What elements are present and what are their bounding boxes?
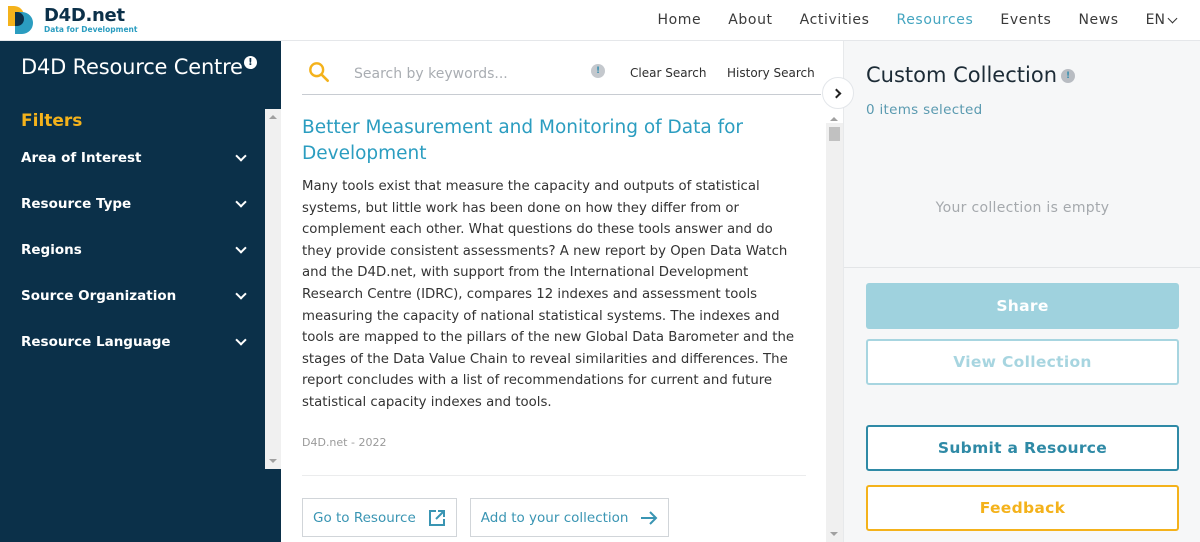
d4d-logo[interactable]: D4D.net Data for Development [8,3,137,37]
chevron-down-icon [235,334,247,346]
resource-source-year: D4D.net - 2022 [302,435,387,449]
sidebar-scrollbar[interactable] [265,109,281,469]
scrollbar-thumb[interactable] [829,127,840,141]
collapse-panel-button[interactable] [822,77,854,109]
collection-title: Custom Collection! [866,63,1075,87]
chevron-down-icon [1167,13,1178,23]
collection-title-text: Custom Collection [866,63,1057,87]
resource-centre-title-text: D4D Resource Centre [21,55,243,79]
results-scrollbar[interactable] [826,117,843,542]
share-button[interactable]: Share [866,283,1179,329]
filter-resource-type[interactable]: Resource Type [0,181,265,227]
results-pane: ! Clear Search History Search Better Mea… [281,41,854,542]
top-navigation-bar: D4D.net Data for Development Home About … [0,0,1200,41]
chevron-down-icon [235,150,247,162]
search-bar: ! Clear Search History Search [302,53,821,95]
language-selector[interactable]: EN [1145,12,1178,28]
search-input[interactable] [354,63,584,85]
submit-resource-button[interactable]: Submit a Resource [866,425,1179,471]
scroll-up-arrow-icon[interactable] [830,117,838,121]
filter-label: Resource Type [21,196,132,212]
selected-items-count: 0 items selected [866,102,983,118]
nav-events[interactable]: Events [1000,12,1051,28]
arrow-right-icon [641,510,658,525]
chevron-down-icon [235,242,247,254]
filter-list: Area of Interest Resource Type Regions S… [0,135,265,365]
filters-heading: Filters [21,111,83,131]
language-label: EN [1145,12,1165,28]
go-to-resource-label: Go to Resource [313,509,416,526]
nav-home[interactable]: Home [657,12,701,28]
resource-title[interactable]: Better Measurement and Monitoring of Dat… [302,115,806,167]
scroll-down-arrow-icon[interactable] [269,459,277,463]
nav-activities[interactable]: Activities [800,12,870,28]
search-icon[interactable] [308,61,330,83]
nav-resources[interactable]: Resources [897,12,974,28]
nav-about[interactable]: About [728,12,772,28]
chevron-down-icon [235,196,247,208]
nav-news[interactable]: News [1078,12,1118,28]
scroll-down-arrow-icon[interactable] [830,532,838,536]
empty-collection-message: Your collection is empty [935,200,1110,216]
clear-search-button[interactable]: Clear Search [630,66,706,80]
view-collection-button[interactable]: View Collection [866,339,1179,385]
filter-label: Resource Language [21,334,171,350]
info-icon[interactable]: ! [243,56,257,69]
card-divider [302,475,806,476]
filter-label: Source Organization [21,288,177,304]
logo-mark-icon [8,5,38,35]
filter-label: Area of Interest [21,150,142,166]
filters-sidebar: D4D Resource Centre! Filters Area of Int… [0,41,281,542]
main-nav: Home About Activities Resources Events N… [657,0,1200,40]
resource-description: Many tools exist that measure the capaci… [302,179,795,410]
external-link-icon [428,509,445,526]
filter-area-of-interest[interactable]: Area of Interest [0,135,265,181]
feedback-button[interactable]: Feedback [866,485,1179,531]
logo-tagline: Data for Development [44,24,138,34]
filter-resource-language[interactable]: Resource Language [0,319,265,365]
chevron-right-icon [831,88,842,98]
add-to-collection-label: Add to your collection [480,509,629,526]
logo-name: D4D.net [44,4,125,26]
collection-info-icon[interactable]: ! [1061,69,1075,83]
history-search-button[interactable]: History Search [727,66,815,80]
resource-actions: Go to Resource Add to your collection [302,498,670,537]
search-info-icon[interactable]: ! [591,64,605,78]
scroll-up-arrow-icon[interactable] [269,115,277,119]
resource-card: Better Measurement and Monitoring of Dat… [302,115,806,449]
filter-label: Regions [21,242,82,258]
filter-source-organization[interactable]: Source Organization [0,273,265,319]
custom-collection-panel: Custom Collection! 0 items selected Your… [843,41,1200,542]
add-to-collection-button[interactable]: Add to your collection [469,498,670,537]
filter-regions[interactable]: Regions [0,227,265,273]
panel-divider [844,267,1200,268]
resource-centre-title: D4D Resource Centre! [21,55,257,79]
chevron-down-icon [235,288,247,300]
go-to-resource-button[interactable]: Go to Resource [302,498,457,537]
